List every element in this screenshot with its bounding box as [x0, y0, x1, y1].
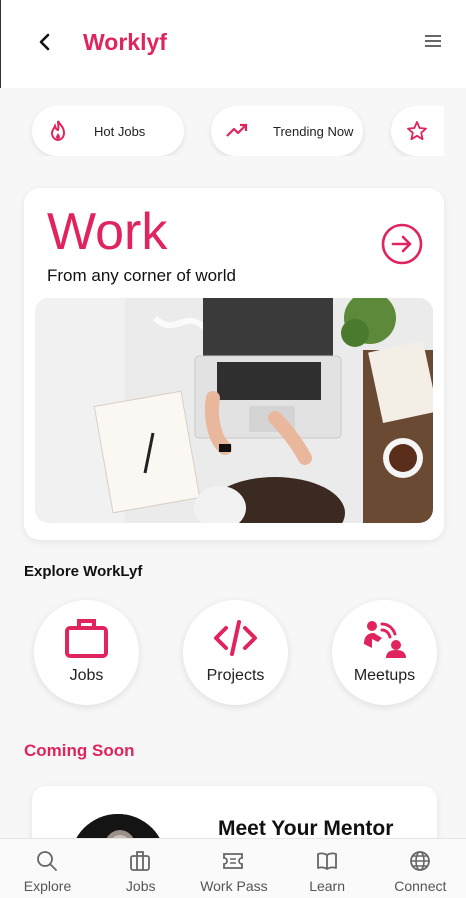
briefcase-icon	[130, 851, 151, 871]
explore-item-label: Jobs	[69, 667, 104, 684]
menu-icon	[425, 35, 441, 47]
explore-projects[interactable]: Projects	[183, 600, 288, 705]
nav-learn[interactable]: Learn	[280, 839, 373, 898]
coming-soon-title: Coming Soon	[24, 741, 135, 760]
chip-label: Hot Jobs	[94, 123, 146, 139]
arrow-left-icon	[39, 33, 50, 51]
nav-label: Explore	[23, 878, 72, 894]
nav-label: Work Pass	[200, 878, 268, 894]
bottom-nav: Explore Jobs Work Pass Learn Connect	[0, 838, 466, 898]
briefcase-icon	[64, 618, 109, 658]
chip-featured[interactable]	[391, 106, 444, 156]
arrow-right-circle-icon	[381, 223, 423, 265]
menu-button[interactable]	[423, 31, 445, 51]
search-icon	[37, 851, 57, 871]
nav-label: Learn	[309, 878, 346, 894]
nav-label: Jobs	[125, 878, 156, 894]
fire-icon	[46, 119, 70, 143]
back-button[interactable]	[31, 28, 59, 56]
workspace-photo	[35, 298, 433, 523]
globe-icon	[409, 851, 430, 871]
chip-trending-now[interactable]: Trending Now	[211, 106, 363, 156]
category-chips: Hot Jobs Trending Now	[0, 106, 444, 156]
explore-section-title: Explore WorkLyf	[24, 563, 143, 580]
star-icon	[405, 119, 429, 143]
explore-item-label: Meetups	[353, 667, 416, 684]
explore-item-label: Projects	[206, 667, 265, 684]
book-icon	[316, 852, 337, 870]
meetup-icon	[362, 618, 407, 658]
work-arrow-button[interactable]	[380, 222, 424, 266]
trending-up-icon	[225, 119, 249, 143]
nav-connect[interactable]: Connect	[373, 839, 466, 898]
work-subtitle: From any corner of world	[47, 266, 236, 285]
top-bar: Worklyf	[0, 0, 466, 88]
explore-meetups[interactable]: Meetups	[332, 600, 437, 705]
explore-jobs[interactable]: Jobs	[34, 600, 139, 705]
work-card[interactable]: Work From any corner of world	[24, 188, 444, 540]
nav-work-pass[interactable]: Work Pass	[186, 839, 279, 898]
chip-hot-jobs[interactable]: Hot Jobs	[32, 106, 184, 156]
nav-label: Connect	[394, 878, 447, 894]
nav-jobs[interactable]: Jobs	[93, 839, 186, 898]
nav-explore[interactable]: Explore	[0, 839, 93, 898]
app-title: Worklyf	[83, 29, 167, 55]
work-title: Work	[47, 203, 168, 261]
chip-label: Trending Now	[273, 123, 354, 139]
code-icon	[213, 618, 258, 658]
ticket-icon	[223, 853, 244, 869]
